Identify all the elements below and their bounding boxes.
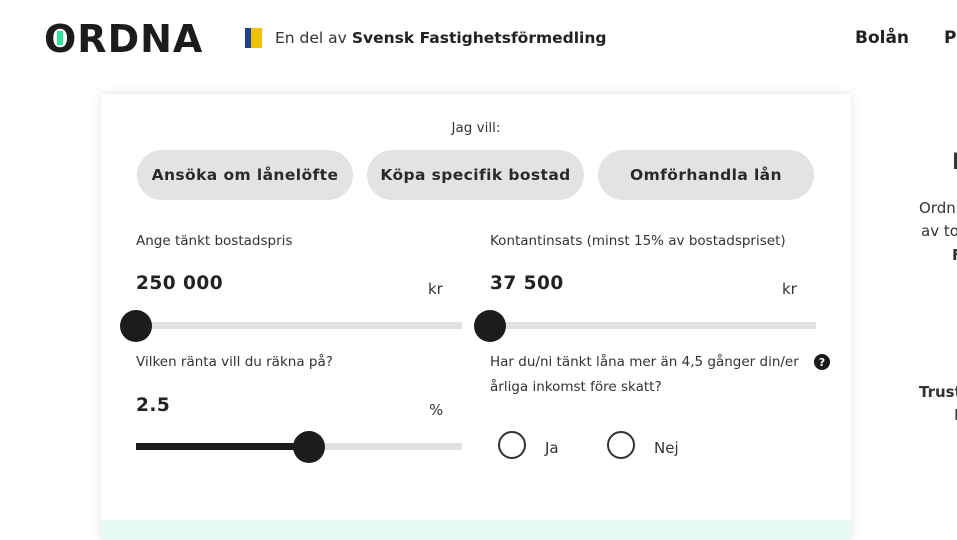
info-text-line2: av to [921, 222, 957, 240]
rate-slider-thumb[interactable] [293, 431, 325, 463]
intent-label: Jag vill: [451, 120, 501, 136]
result-panel-top [101, 520, 851, 540]
radio-nej-label[interactable]: Nej [654, 439, 679, 457]
radio-ja-label[interactable]: Ja [545, 439, 559, 457]
radio-ja[interactable] [498, 431, 526, 459]
help-icon[interactable]: ? [814, 354, 830, 370]
option-renegotiate-loan-button[interactable]: Omförhandla lån [598, 150, 814, 200]
info-text-line3: F [952, 246, 957, 264]
rate-label: Vilken ränta vill du räkna på? [136, 354, 333, 370]
rate-slider-fill [136, 443, 309, 450]
radio-nej[interactable] [607, 431, 635, 459]
ordna-logo[interactable]: ORDNA [44, 20, 206, 56]
price-slider-track[interactable] [136, 322, 462, 329]
partner-prefix: En del av [275, 29, 347, 47]
price-label: Ange tänkt bostadspris [136, 233, 293, 249]
rate-value[interactable]: 2.5 [136, 395, 170, 416]
info-column: I Ordn av to F Trust I [900, 140, 957, 440]
deposit-value[interactable]: 37 500 [490, 273, 564, 294]
loan-calculator-card: Jag vill: Ansöka om lånelöfte Köpa speci… [101, 94, 851, 540]
swedish-flag-icon [245, 28, 262, 48]
deposit-slider-track[interactable] [490, 322, 816, 329]
deposit-slider-thumb[interactable] [474, 310, 506, 342]
rate-unit: % [429, 401, 444, 419]
info-heading-fragment: I [952, 150, 957, 175]
deposit-unit: kr [782, 280, 797, 298]
income-question-line1: Har du/ni tänkt låna mer än 4,5 gånger d… [490, 354, 799, 370]
option-apply-loan-promise-button[interactable]: Ansöka om lånelöfte [137, 150, 353, 200]
trust-heading-fragment: Trust [919, 383, 957, 401]
info-text-line1: Ordn [919, 199, 956, 217]
svg-text:ORDNA: ORDNA [44, 20, 203, 56]
income-question-line2: årliga inkomst före skatt? [490, 379, 662, 395]
price-unit: kr [428, 280, 443, 298]
nav-item-next[interactable]: Pr [944, 28, 957, 48]
partner-name: Svensk Fastighetsförmedling [351, 29, 607, 47]
nav-item-bolan[interactable]: Bolån [855, 28, 909, 48]
site-header: ORDNA En del av Svensk Fastighetsförmedl… [0, 0, 957, 78]
option-buy-specific-home-button[interactable]: Köpa specifik bostad [367, 150, 584, 200]
price-slider-thumb[interactable] [120, 310, 152, 342]
deposit-label: Kontantinsats (minst 15% av bostadsprise… [490, 233, 786, 249]
partner-badge: En del av Svensk Fastighetsförmedling [245, 28, 607, 48]
price-value[interactable]: 250 000 [136, 273, 223, 294]
